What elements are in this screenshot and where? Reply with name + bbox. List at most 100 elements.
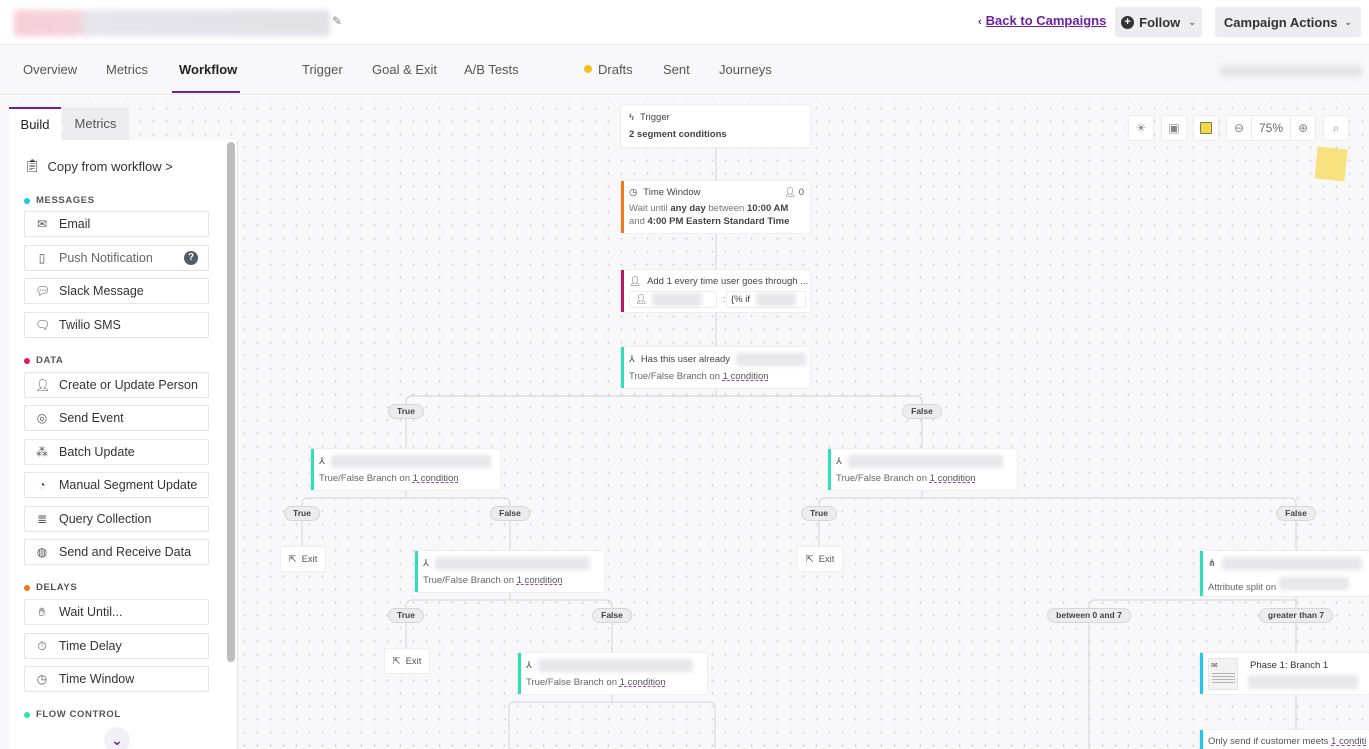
help-icon[interactable]: ? <box>184 251 198 265</box>
branch-node-main[interactable]: ⅄ Has this user already True/False Branch… <box>621 347 810 388</box>
zoom-out-button[interactable]: ⊖ <box>1226 115 1252 141</box>
image-button[interactable]: ▣ <box>1161 115 1187 141</box>
database-search-icon: ≣ <box>36 512 48 526</box>
panel-tab-metrics[interactable]: Metrics <box>62 107 129 140</box>
campaign-actions-button[interactable]: Campaign Actions ⌄ <box>1215 7 1361 37</box>
tab-sent[interactable]: Sent <box>663 62 690 77</box>
people-count: 👤︎ 0 <box>784 187 804 198</box>
phone-icon: ▯ <box>38 251 46 265</box>
branch-node[interactable]: ⅄ True/False Branch on 1 condition <box>311 449 500 490</box>
attribute-split-node[interactable]: ⋔ Attribute split on <box>1200 551 1369 596</box>
lightbulb-icon: ☀ <box>1135 121 1147 135</box>
tab-drafts[interactable]: Drafts <box>584 62 633 77</box>
item-manual-segment-update[interactable]: ◔ Manual Segment Update <box>24 472 209 498</box>
attribute-name-field: 👤︎ <box>629 291 717 308</box>
envelope-icon: ✉ <box>1211 661 1218 670</box>
trigger-node[interactable]: ϟ Trigger 2 segment conditions <box>621 105 810 147</box>
campaign-tabs: Overview Metrics Workflow Trigger Goal &… <box>0 46 1369 95</box>
item-push-notification[interactable]: ▯ Push Notification? <box>24 245 209 271</box>
scroll-more-button[interactable]: ⌄ <box>104 727 130 749</box>
sticky-note-button[interactable] <box>1193 115 1219 141</box>
section-delays: DELAYS <box>24 582 77 593</box>
panel-scrollbar[interactable] <box>227 142 235 662</box>
clock-icon: ◷ <box>629 187 638 198</box>
tab-goal-exit[interactable]: Goal & Exit <box>372 62 437 77</box>
branch-icon: ⋔ <box>1208 558 1216 569</box>
zoom-fit-button[interactable]: ⌕ <box>1323 115 1349 141</box>
false-label: False <box>1276 506 1316 521</box>
condition-link[interactable]: 1 condition <box>413 473 459 484</box>
globe-icon: ◍ <box>36 545 48 559</box>
branch-node[interactable]: ⅄ True/False Branch on 1 condition <box>828 449 1017 490</box>
tab-metrics[interactable]: Metrics <box>106 62 148 77</box>
chevron-left-icon: ‹ <box>978 16 982 28</box>
item-wait-until[interactable]: ✋︎ Wait Until... <box>24 599 209 625</box>
email-thumbnail: ✉ <box>1208 658 1238 690</box>
zoom-level: 75% <box>1251 115 1291 141</box>
exit-icon: ⇱ <box>392 655 401 667</box>
exit-icon: ⇱ <box>805 553 814 565</box>
tab-overview[interactable]: Overview <box>23 62 77 77</box>
branch-icon: ⅄ <box>423 558 429 569</box>
split-label-b: greater than 7 <box>1258 608 1334 623</box>
person-edit-icon: 👤︎ <box>629 276 642 287</box>
lightning-icon: ϟ <box>629 112 635 123</box>
tab-ab-tests[interactable]: A/B Tests <box>464 62 519 77</box>
app-header: ✎ ‹ Back to Campaigns + Follow ⌄ Campaign… <box>0 0 1369 45</box>
tab-trigger[interactable]: Trigger <box>302 62 343 77</box>
send-condition-node[interactable]: Only send if customer meets 1 conditi <box>1200 730 1369 749</box>
false-label: False <box>490 506 530 521</box>
redacted-info <box>1220 66 1362 76</box>
item-create-update-person[interactable]: 👤︎ Create or Update Person <box>24 372 209 398</box>
campaign-title[interactable] <box>14 10 330 36</box>
copy-from-workflow-link[interactable]: 📋︎ Copy from workflow > <box>24 158 173 174</box>
zoom-in-button[interactable]: ⊕ <box>1290 115 1316 141</box>
plus-circle-icon: + <box>1121 15 1135 29</box>
person-edit-icon: 👤︎ <box>35 378 51 392</box>
back-to-campaigns-link[interactable]: ‹ Back to Campaigns <box>978 13 1106 28</box>
cursor-click-icon: ◎ <box>36 411 48 425</box>
condition-link[interactable]: 1 condition <box>620 677 666 688</box>
item-slack-message[interactable]: 💬︎ Slack Message <box>24 278 209 304</box>
item-email[interactable]: ✉ Email <box>24 211 209 237</box>
pencil-icon[interactable]: ✎ <box>332 14 346 28</box>
people-group-icon: ⁂ <box>36 445 48 459</box>
update-attribute-node[interactable]: 👤︎ Add 1 every time user goes through ...… <box>621 270 810 312</box>
item-time-window[interactable]: ◷ Time Window <box>24 666 209 692</box>
attribute-value-field: {% if <box>726 291 806 308</box>
item-time-delay[interactable]: ⏱︎ Time Delay <box>24 633 209 659</box>
zoom-out-icon: ⊖ <box>1233 121 1245 135</box>
exit-node[interactable]: ⇱ Exit <box>385 649 429 673</box>
item-send-event[interactable]: ◎ Send Event <box>24 405 209 431</box>
time-window-node[interactable]: ◷ Time Window 👤︎ 0 Wait until any day bet… <box>621 181 810 233</box>
item-batch-update[interactable]: ⁂ Batch Update <box>24 439 209 465</box>
branch-node[interactable]: ⅄ True/False Branch on 1 condition <box>518 653 707 694</box>
branch-icon: ⅄ <box>836 456 842 467</box>
active-tab-indicator <box>172 91 240 93</box>
item-query-collection[interactable]: ≣ Query Collection <box>24 506 209 532</box>
exit-node[interactable]: ⇱ Exit <box>281 547 325 571</box>
condition-link[interactable]: 1 condition <box>723 371 769 382</box>
condition-link[interactable]: 1 condition <box>517 575 563 586</box>
chevron-down-icon: ⌄ <box>1344 16 1353 27</box>
exit-node[interactable]: ⇱ Exit <box>798 547 842 571</box>
item-twilio-sms[interactable]: 🗨︎ Twilio SMS <box>24 312 209 338</box>
sticky-note[interactable] <box>1314 146 1348 182</box>
tab-workflow[interactable]: Workflow <box>179 62 237 77</box>
condition-link[interactable]: 1 condition <box>930 473 976 484</box>
tab-journeys[interactable]: Journeys <box>719 62 772 77</box>
item-send-receive-data[interactable]: ◍ Send and Receive Data <box>24 539 209 565</box>
panel-tab-build[interactable]: Build <box>9 107 61 140</box>
true-label: True <box>388 404 424 419</box>
branch-node[interactable]: ⅄ True/False Branch on 1 condition <box>415 551 604 592</box>
follow-button[interactable]: + Follow ⌄ <box>1115 7 1202 37</box>
sms-bubble-icon: 🗨︎ <box>35 318 51 332</box>
exit-icon: ⇱ <box>288 553 297 565</box>
condition-link[interactable]: 1 conditi <box>1331 736 1366 747</box>
tips-button[interactable]: ☀ <box>1128 115 1154 141</box>
section-flow-control: FLOW CONTROL <box>24 709 121 720</box>
person-icon: 👤︎ <box>784 187 797 198</box>
zoom-in-icon: ⊕ <box>1297 121 1309 135</box>
email-node[interactable]: ✉ Phase 1: Branch 1 <box>1200 653 1369 694</box>
split-label-a: between 0 and 7 <box>1047 608 1131 623</box>
